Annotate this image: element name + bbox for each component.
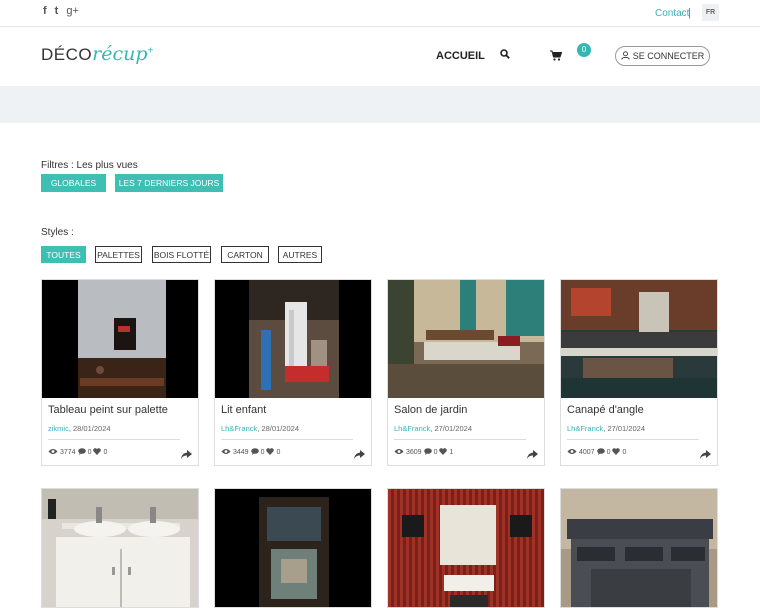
card-author[interactable]: Lh&Franck — [221, 424, 257, 433]
eye-icon — [221, 448, 231, 457]
filters-label: Filtres : Les plus vues — [41, 160, 138, 171]
card-date: , 27/01/2024 — [603, 424, 645, 433]
divider — [48, 439, 180, 440]
project-image[interactable] — [387, 488, 545, 608]
heart-icon[interactable] — [612, 448, 621, 457]
comment-icon — [77, 448, 86, 457]
card-meta: Lh&Franck, 28/01/2024 — [221, 424, 299, 433]
divider — [567, 439, 699, 440]
eye-icon — [394, 448, 404, 457]
comment-icon — [596, 448, 605, 457]
eye-icon — [567, 448, 577, 457]
login-button[interactable]: SE CONNECTER — [615, 46, 710, 66]
card-author[interactable]: Lh&Franck — [394, 424, 430, 433]
card-meta: Lh&Franck, 27/01/2024 — [567, 424, 645, 433]
project-card[interactable]: Tableau peint sur palette zikmic, 28/01/… — [41, 279, 199, 466]
project-image[interactable] — [561, 280, 717, 398]
login-label: SE CONNECTER — [632, 51, 705, 61]
project-image[interactable] — [560, 488, 718, 608]
nav-accueil[interactable]: ACCUEIL — [436, 50, 485, 62]
comments-count: 0 — [433, 449, 438, 456]
style-autres-button[interactable]: AUTRES — [278, 246, 322, 263]
filter-globales-button[interactable]: GLOBALES — [41, 174, 106, 192]
heart-icon[interactable] — [266, 448, 275, 457]
card-meta: zikmic, 28/01/2024 — [48, 424, 111, 433]
heart-icon[interactable] — [93, 448, 102, 457]
card-date: , 28/01/2024 — [257, 424, 299, 433]
likes-count: 1 — [449, 449, 454, 456]
twitter-icon[interactable]: t — [55, 5, 59, 17]
project-card[interactable]: Canapé d'angle Lh&Franck, 27/01/2024 400… — [560, 279, 718, 466]
contact-link[interactable]: Contact — [655, 8, 689, 19]
facebook-icon[interactable]: f — [43, 5, 47, 17]
styles-label: Styles : — [41, 227, 74, 238]
share-icon[interactable] — [181, 446, 192, 464]
views-count: 3609 — [406, 449, 422, 456]
page-banner — [0, 86, 760, 123]
comment-icon — [250, 448, 259, 457]
comments-count: 0 — [87, 449, 92, 456]
likes-count: 0 — [276, 449, 281, 456]
views-count: 4007 — [579, 449, 595, 456]
comments-count: 0 — [260, 449, 265, 456]
project-card[interactable]: Salon de jardin Lh&Franck, 27/01/2024 36… — [387, 279, 545, 466]
divider: | — [688, 7, 691, 19]
project-image[interactable] — [214, 488, 372, 608]
project-card[interactable]: Lit enfant Lh&Franck, 28/01/2024 3449 0 … — [214, 279, 372, 466]
search-icon[interactable] — [500, 46, 510, 64]
card-title[interactable]: Lit enfant — [221, 404, 266, 416]
project-image[interactable] — [215, 280, 371, 398]
divider — [221, 439, 353, 440]
googleplus-icon[interactable]: g+ — [66, 5, 79, 17]
style-toutes-button[interactable]: TOUTES — [41, 246, 86, 263]
likes-count: 0 — [622, 449, 627, 456]
divider — [394, 439, 526, 440]
comments-count: 0 — [606, 449, 611, 456]
card-stats: 3449 0 0 — [221, 448, 280, 457]
card-date: , 28/01/2024 — [68, 424, 111, 433]
card-title[interactable]: Salon de jardin — [394, 404, 467, 416]
social-links: f t g+ — [43, 5, 79, 17]
site-logo[interactable]: DÉCOrécup+ — [41, 43, 153, 65]
top-bar: f t g+ Contact | FR — [0, 0, 760, 27]
views-count: 3449 — [233, 449, 249, 456]
card-meta: Lh&Franck, 27/01/2024 — [394, 424, 472, 433]
heart-icon[interactable] — [439, 448, 448, 457]
logo-plus: + — [147, 45, 154, 57]
likes-count: 0 — [103, 449, 108, 456]
filter-7-days-button[interactable]: LES 7 DERNIERS JOURS — [115, 174, 223, 192]
cart-count-badge: 0 — [577, 43, 591, 57]
card-stats: 3774 0 0 — [48, 448, 107, 457]
style-palettes-button[interactable]: PALETTES — [95, 246, 142, 263]
views-count: 3774 — [60, 449, 76, 456]
card-author[interactable]: Lh&Franck — [567, 424, 603, 433]
card-date: , 27/01/2024 — [430, 424, 472, 433]
share-icon[interactable] — [354, 446, 365, 464]
card-title[interactable]: Tableau peint sur palette — [48, 404, 168, 416]
card-title[interactable]: Canapé d'angle — [567, 404, 644, 416]
logo-deco: DÉCO — [41, 45, 93, 64]
project-image[interactable] — [41, 488, 199, 608]
share-icon[interactable] — [700, 446, 711, 464]
user-icon — [621, 50, 630, 62]
project-image[interactable] — [42, 280, 198, 398]
header: DÉCOrécup+ ACCUEIL 0 SE CONNECTER — [0, 27, 760, 86]
logo-recup: récup — [92, 43, 148, 65]
card-stats: 3609 0 1 — [394, 448, 453, 457]
project-image[interactable] — [388, 280, 544, 398]
card-stats: 4007 0 0 — [567, 448, 626, 457]
language-selector[interactable]: FR — [702, 4, 719, 21]
eye-icon — [48, 448, 58, 457]
comment-icon — [423, 448, 432, 457]
style-bois-flotte-button[interactable]: BOIS FLOTTÉ — [152, 246, 211, 263]
cart-icon[interactable] — [550, 48, 563, 66]
style-carton-button[interactable]: CARTON — [221, 246, 269, 263]
card-author[interactable]: zikmic — [48, 424, 69, 433]
share-icon[interactable] — [527, 446, 538, 464]
